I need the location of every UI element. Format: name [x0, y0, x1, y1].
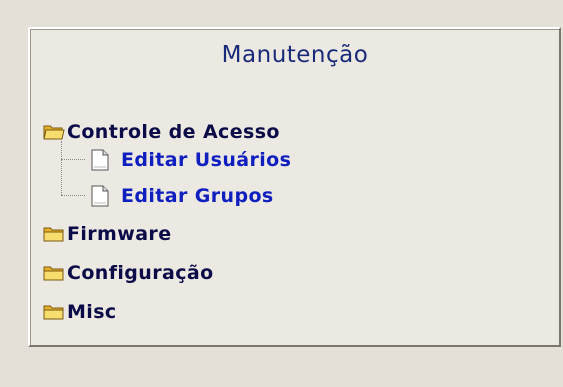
tree-connector-horizontal — [61, 159, 85, 160]
tree-item-label: Editar Usuários — [121, 149, 292, 171]
tree-connector-horizontal — [61, 195, 85, 196]
tree-item-label: Editar Grupos — [121, 185, 274, 207]
document-icon — [91, 185, 109, 207]
tree-connector-vertical — [61, 141, 62, 195]
document-icon — [91, 149, 109, 171]
folder-open-icon — [43, 125, 65, 140]
tree-item-misc[interactable]: Misc — [43, 299, 117, 325]
tree-item-editar-usuarios[interactable]: Editar Usuários — [91, 147, 291, 173]
maintenance-panel: Manutenção Controle de Acesso Editar Usu… — [28, 27, 561, 347]
panel-inner-border: Manutenção Controle de Acesso Editar Usu… — [30, 29, 559, 345]
tree-item-label: Misc — [67, 301, 117, 323]
tree-item-label: Configuração — [67, 262, 214, 284]
tree-item-label: Firmware — [67, 223, 172, 245]
tree-item-label: Controle de Acesso — [67, 121, 280, 143]
tree-item-configuracao[interactable]: Configuração — [43, 260, 214, 286]
tree-item-firmware[interactable]: Firmware — [43, 221, 172, 247]
folder-icon — [43, 305, 64, 320]
folder-icon — [43, 227, 64, 242]
tree-item-controle-de-acesso[interactable]: Controle de Acesso — [43, 119, 280, 145]
panel-title: Manutenção — [221, 42, 369, 68]
folder-icon — [43, 266, 64, 281]
tree-item-editar-grupos[interactable]: Editar Grupos — [91, 183, 274, 209]
